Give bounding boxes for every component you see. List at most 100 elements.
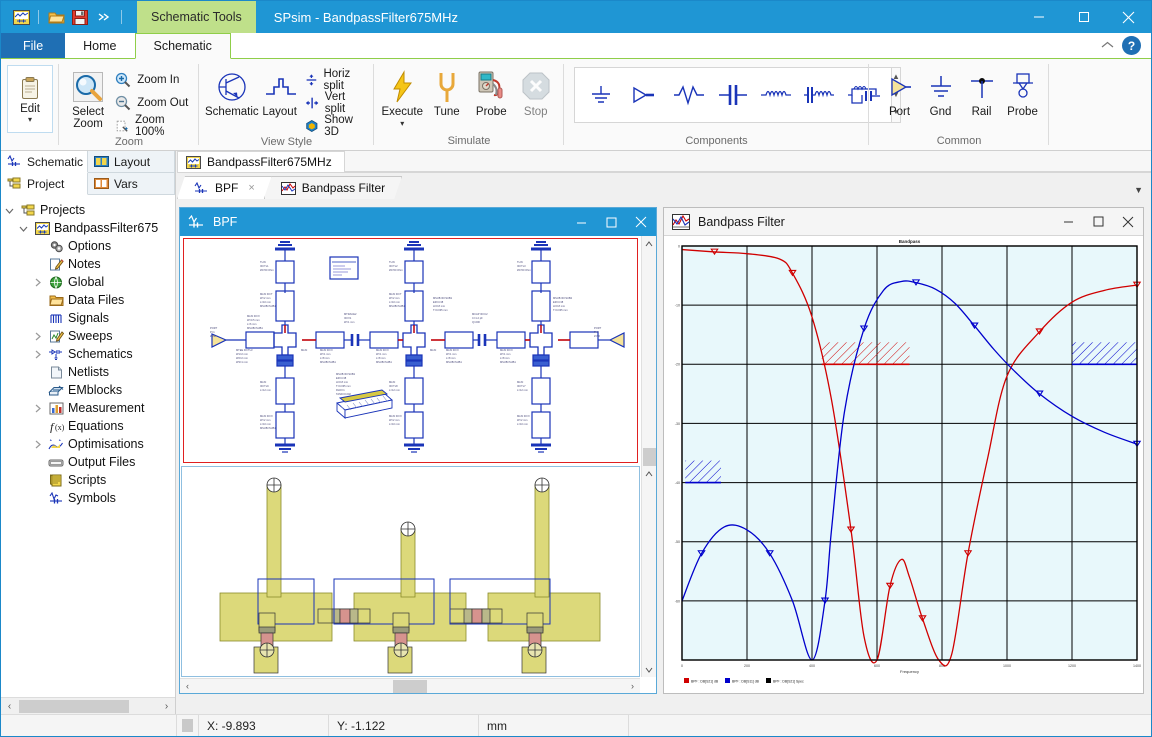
layout-view-button[interactable]: Layout	[259, 63, 301, 118]
minimize-button[interactable]	[1016, 1, 1061, 33]
zoom-in-button[interactable]: Zoom In	[111, 69, 193, 90]
tree-item-schematics[interactable]: Schematics	[5, 345, 175, 363]
gnd-symbol-icon[interactable]	[581, 72, 621, 118]
tree-item-notes[interactable]: Notes	[5, 255, 175, 273]
tree-item-scripts[interactable]: Scripts	[5, 471, 175, 489]
components-gallery[interactable]	[574, 67, 892, 123]
qat-project-icon[interactable]	[11, 7, 31, 27]
rail-button[interactable]: Rail	[961, 63, 1002, 118]
sidebar-tab-layout[interactable]: Layout	[88, 151, 175, 173]
tree-item-netlists[interactable]: Netlists	[5, 363, 175, 381]
show-3d-button[interactable]: Show 3D	[301, 114, 368, 138]
chevron-right-icon[interactable]	[33, 278, 47, 287]
zoom-out-button[interactable]: Zoom Out	[111, 92, 193, 113]
document-tab-bandpassfilter675mhz[interactable]: BandpassFilter675MHz	[177, 151, 345, 172]
tree-item-emblocks[interactable]: EMblocks	[5, 381, 175, 399]
tree-item-equations[interactable]: f (x) Equations	[5, 417, 175, 435]
schematic-scroll-thumb[interactable]	[642, 448, 656, 466]
horiz-split-button[interactable]: Horiz split	[301, 68, 368, 92]
execute-caret-icon[interactable]: ▾	[400, 120, 404, 128]
gnd-button[interactable]: Gnd	[920, 63, 961, 118]
help-icon[interactable]: ?	[1122, 36, 1141, 55]
tree-item-global[interactable]: Global	[5, 273, 175, 291]
layout-hscroll-thumb[interactable]	[393, 679, 427, 693]
tree-item-measurement[interactable]: Measurement	[5, 399, 175, 417]
chevron-right-icon[interactable]	[33, 404, 47, 413]
tree-item-sweeps[interactable]: Sweeps	[5, 327, 175, 345]
collapse-ribbon-icon[interactable]	[1101, 41, 1114, 50]
sub-tab-bpf-close-icon[interactable]: ×	[248, 182, 254, 194]
tree-item-bandpassfilter675[interactable]: BandpassFilter675	[5, 219, 175, 237]
schematic-view-button[interactable]: Schematic	[205, 63, 259, 118]
schematic-editor-pane[interactable]: TLIN ID=TL1 Z0=50 Ohm MLIN ID=T W=2 mm L=10 …	[180, 236, 656, 466]
tree-item-projects[interactable]: Projects	[5, 201, 175, 219]
probe-button[interactable]: Probe	[1002, 63, 1043, 118]
sidebar-tab-schematic[interactable]: Schematic	[1, 151, 88, 173]
left-panel-scroll-left[interactable]: ‹	[1, 701, 18, 712]
tree-item-output-files[interactable]: Output Files	[5, 453, 175, 471]
schematic-window-titlebar[interactable]: BPF	[180, 208, 656, 236]
qat-save-icon[interactable]	[70, 7, 90, 27]
schematic-vscrollbar[interactable]	[641, 236, 656, 466]
tree-item-data-files[interactable]: Data Files	[5, 291, 175, 309]
source-symbol-icon[interactable]	[669, 72, 709, 118]
tune-button[interactable]: Tune	[425, 63, 470, 118]
qat-open-icon[interactable]	[46, 7, 66, 27]
edit-button[interactable]: Edit ▾	[7, 65, 53, 133]
layout-hscrollbar[interactable]: ‹ ›	[180, 678, 640, 693]
expand-collapse-icon[interactable]	[5, 206, 19, 215]
edit-caret-icon[interactable]: ▾	[28, 115, 32, 123]
close-button[interactable]	[1106, 1, 1151, 33]
sub-tab-bandpass-filter[interactable]: Bandpass Filter	[264, 176, 402, 199]
port-symbol-icon[interactable]	[625, 72, 665, 118]
sidebar-tab-vars[interactable]: Vars	[88, 173, 175, 195]
schematic-window-minimize[interactable]	[566, 208, 596, 236]
ribbon-tab-schematic[interactable]: Schematic	[134, 33, 231, 59]
layout-scroll-down[interactable]	[642, 662, 657, 677]
svg-text:ER=3.38: ER=3.38	[336, 376, 347, 380]
chevron-right-icon[interactable]	[33, 440, 47, 449]
graph-window-minimize[interactable]	[1053, 208, 1083, 236]
chevron-right-icon[interactable]	[33, 350, 47, 359]
left-panel-scroll-thumb[interactable]	[19, 699, 129, 713]
bandpass-filter-chart[interactable]: Bandpass0 200 400 600 800 1000 1200 14000-10-20…	[664, 236, 1143, 693]
qat-more-icon[interactable]	[94, 7, 114, 27]
layout-vscrollbar[interactable]	[641, 466, 656, 677]
schematic-window-close[interactable]	[626, 208, 656, 236]
capacitor-symbol-icon[interactable]	[713, 72, 753, 118]
maximize-button[interactable]	[1061, 1, 1106, 33]
layout-editor-pane[interactable]: ‹ ›	[180, 466, 656, 693]
contextual-tab-schematic-tools[interactable]: Schematic Tools	[137, 1, 256, 33]
expand-collapse-icon[interactable]	[19, 224, 33, 233]
sidebar-tab-project[interactable]: Project	[1, 173, 88, 195]
chevron-right-icon[interactable]	[33, 332, 47, 341]
layout-scroll-left[interactable]: ‹	[180, 681, 195, 691]
tree-item-options[interactable]: Options	[5, 237, 175, 255]
select-zoom-button[interactable]: Select Zoom	[65, 63, 111, 130]
port-button[interactable]: Port	[879, 63, 920, 118]
stop-button[interactable]: Stop	[514, 63, 559, 118]
sub-tab-overflow-icon[interactable]: ▼	[1134, 185, 1143, 195]
rlc-symbol-icon[interactable]	[801, 72, 841, 118]
sub-tab-bpf[interactable]: BPF ×	[177, 176, 272, 199]
left-panel-hscrollbar[interactable]: ‹ ›	[1, 697, 175, 714]
ribbon-tab-home[interactable]: Home	[65, 33, 135, 58]
execute-button[interactable]: Execute ▾	[380, 63, 425, 128]
ribbon-tab-file[interactable]: File	[1, 33, 66, 58]
schematic-window-maximize[interactable]	[596, 208, 626, 236]
layout-scroll-up[interactable]	[642, 466, 657, 481]
layout-scroll-right[interactable]: ›	[625, 681, 640, 691]
graph-window-titlebar[interactable]: Bandpass Filter	[664, 208, 1143, 236]
tree-item-optimisations[interactable]: Optimisations	[5, 435, 175, 453]
graph-window-close[interactable]	[1113, 208, 1143, 236]
vert-split-button[interactable]: Vert split	[301, 91, 368, 115]
tree-item-signals[interactable]: Signals	[5, 309, 175, 327]
inductor-symbol-icon[interactable]	[757, 72, 797, 118]
zoom-100-button[interactable]: Zoom 100%	[111, 114, 193, 138]
graph-window-maximize[interactable]	[1083, 208, 1113, 236]
tree-item-symbols[interactable]: Symbols	[5, 489, 175, 507]
tree-item-label: Netlists	[68, 365, 109, 379]
probe-sim-button[interactable]: Probe	[469, 63, 514, 118]
left-panel-scroll-right[interactable]: ›	[158, 701, 175, 712]
schematic-scroll-up[interactable]	[642, 236, 657, 251]
